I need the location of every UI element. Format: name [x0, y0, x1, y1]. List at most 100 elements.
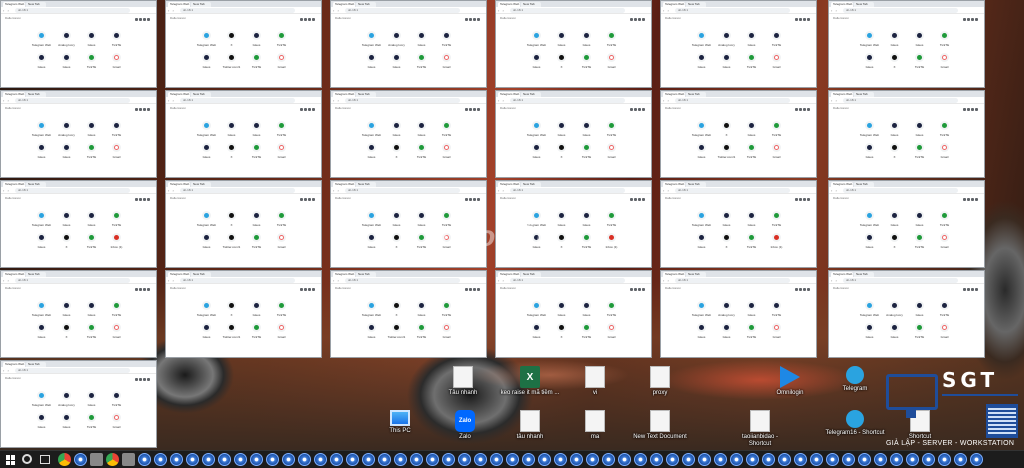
extensions-icons[interactable] — [135, 188, 153, 201]
desktop-shortcut[interactable]: Omnilogin — [760, 366, 820, 397]
shortcut-tile[interactable]: TickTik — [599, 121, 624, 137]
shortcut-tile[interactable]: X — [219, 211, 244, 227]
taskbar-app-icon[interactable] — [826, 453, 839, 466]
address-bar[interactable]: dc-18.1 — [675, 8, 790, 13]
browser-window[interactable]: Telegram Web New Tab ‹ › dc-18.1 Dallerc… — [165, 90, 322, 178]
shortcut-tile[interactable]: TickTik — [932, 211, 957, 227]
taskbar-app-icon[interactable] — [330, 453, 343, 466]
shortcut-tile[interactable]: Gleos — [79, 121, 104, 137]
taskbar-app-icon[interactable] — [714, 453, 727, 466]
taskbar-app-icon[interactable] — [698, 453, 711, 466]
taskbar-app-icon[interactable] — [266, 453, 279, 466]
address-bar[interactable]: dc-18.1 — [345, 278, 460, 283]
nav-arrows-icon[interactable]: ‹ › — [3, 98, 10, 103]
shortcut-tile[interactable]: Gleos — [384, 121, 409, 137]
shortcut-tile[interactable]: Telegram Web — [524, 31, 549, 47]
shortcut-tile[interactable]: Gleos — [689, 323, 714, 339]
nav-arrows-icon[interactable]: ‹ › — [498, 98, 505, 103]
shortcut-tile[interactable]: Telegram Web — [857, 211, 882, 227]
address-bar[interactable]: dc-18.1 — [843, 8, 958, 13]
shortcut-tile[interactable]: Gmail — [932, 323, 957, 339]
taskbar-app-icon[interactable] — [954, 453, 967, 466]
extensions-icons[interactable] — [963, 278, 981, 291]
shortcut-tile[interactable]: Gleos — [244, 121, 269, 137]
shortcut-tile[interactable]: TickTik — [409, 143, 434, 159]
nav-arrows-icon[interactable]: ‹ › — [333, 278, 340, 283]
shortcut-tile[interactable]: Gmail — [104, 413, 129, 429]
shortcut-tile[interactable]: Gleos — [79, 391, 104, 407]
shortcut-tile[interactable]: Gleos — [194, 233, 219, 249]
shortcut-tile[interactable]: Gleos — [714, 211, 739, 227]
taskbar-app-icon[interactable] — [842, 453, 855, 466]
extensions-icons[interactable] — [795, 188, 813, 201]
shortcut-tile[interactable]: Gleos — [79, 301, 104, 317]
browser-window[interactable]: Telegram Web New Tab ‹ › dc-18.1 Dallerc… — [165, 270, 322, 358]
shortcut-tile[interactable]: Gleos — [549, 121, 574, 137]
extensions-icons[interactable] — [795, 98, 813, 111]
taskbar-app-icon[interactable] — [634, 453, 647, 466]
shortcut-tile[interactable]: X — [384, 233, 409, 249]
address-bar[interactable]: dc-18.1 — [180, 278, 295, 283]
shortcut-tile[interactable]: Gleos — [524, 53, 549, 69]
extensions-icons[interactable] — [465, 8, 483, 21]
desktop-shortcut[interactable]: New Text Document — [630, 410, 690, 441]
shortcut-tile[interactable]: Gleos — [359, 53, 384, 69]
shortcut-tile[interactable]: Telegram Web — [857, 31, 882, 47]
taskbar-app-icon[interactable] — [938, 453, 951, 466]
taskbar-app-icon[interactable] — [874, 453, 887, 466]
shortcut-tile[interactable]: Gmail — [764, 53, 789, 69]
bookmark-bar-item[interactable]: Dallercanon — [665, 16, 681, 20]
browser-window[interactable]: Telegram Web New Tab ‹ › dc-18.1 Dallerc… — [330, 90, 487, 178]
shortcut-tile[interactable]: Gleos — [907, 301, 932, 317]
shortcut-tile[interactable]: TickTik — [907, 233, 932, 249]
shortcut-tile[interactable]: TickTik — [599, 31, 624, 47]
shortcut-tile[interactable]: Gmail — [104, 143, 129, 159]
shortcut-tile[interactable]: Gleos — [882, 121, 907, 137]
shortcut-tile[interactable]: Gmail — [434, 53, 459, 69]
shortcut-tile[interactable]: X — [714, 121, 739, 137]
shortcut-tile[interactable]: Telegram Web — [194, 301, 219, 317]
shortcut-tile[interactable]: TickTik — [574, 143, 599, 159]
taskbar-app-icon[interactable] — [410, 453, 423, 466]
shortcut-tile[interactable]: TickTik — [409, 233, 434, 249]
shortcut-tile[interactable]: Gleos — [857, 233, 882, 249]
shortcut-tile[interactable]: Gleos — [194, 143, 219, 159]
nav-arrows-icon[interactable]: ‹ › — [168, 8, 175, 13]
taskbar-app-icon[interactable] — [490, 453, 503, 466]
bookmark-bar-item[interactable]: Dallercanon — [335, 106, 351, 110]
address-bar[interactable]: dc-18.1 — [180, 98, 295, 103]
shortcut-tile[interactable]: X — [54, 233, 79, 249]
address-bar[interactable]: dc-18.1 — [345, 188, 460, 193]
nav-arrows-icon[interactable]: ‹ › — [333, 98, 340, 103]
nav-arrows-icon[interactable]: ‹ › — [663, 188, 670, 193]
taskbar-app-icon[interactable] — [106, 453, 119, 466]
shortcut-tile[interactable]: TickTik — [574, 233, 599, 249]
shortcut-tile[interactable]: Telegram Web — [689, 301, 714, 317]
shortcut-tile[interactable]: TickTik — [104, 391, 129, 407]
nav-arrows-icon[interactable]: ‹ › — [168, 188, 175, 193]
shortcut-tile[interactable]: Gleos — [384, 53, 409, 69]
shortcut-tile[interactable]: Gleos — [359, 143, 384, 159]
shortcut-tile[interactable]: Twitter.com/1 — [384, 323, 409, 339]
shortcut-tile[interactable]: Gleos — [574, 31, 599, 47]
shortcut-tile[interactable]: TickTik — [269, 31, 294, 47]
browser-window[interactable]: Telegram Web New Tab ‹ › dc-18.1 Dallerc… — [660, 180, 817, 268]
bookmark-bar-item[interactable]: Dallercanon — [170, 286, 186, 290]
browser-window[interactable]: Telegram Web New Tab ‹ › dc-18.1 Dallerc… — [330, 270, 487, 358]
taskbar-app-icon[interactable] — [314, 453, 327, 466]
shortcut-tile[interactable]: X — [384, 143, 409, 159]
bookmark-bar-item[interactable]: Dallercanon — [665, 286, 681, 290]
shortcut-tile[interactable]: Gleos — [409, 121, 434, 137]
shortcut-tile[interactable]: Gleos — [549, 211, 574, 227]
bookmark-bar-item[interactable]: Dallercanon — [170, 16, 186, 20]
browser-window[interactable]: Telegram Web New Tab ‹ › dc-18.1 Dallerc… — [330, 0, 487, 88]
shortcut-tile[interactable]: TickTik — [269, 121, 294, 137]
taskbar-app-icon[interactable] — [122, 453, 135, 466]
nav-arrows-icon[interactable]: ‹ › — [333, 188, 340, 193]
bookmark-bar-item[interactable]: Dallercanon — [665, 106, 681, 110]
taskbar-app-icon[interactable] — [282, 453, 295, 466]
taskbar-app-icon[interactable] — [458, 453, 471, 466]
address-bar[interactable]: dc-18.1 — [843, 98, 958, 103]
shortcut-tile[interactable]: Gleos — [194, 53, 219, 69]
shortcut-tile[interactable]: Gmail — [104, 323, 129, 339]
